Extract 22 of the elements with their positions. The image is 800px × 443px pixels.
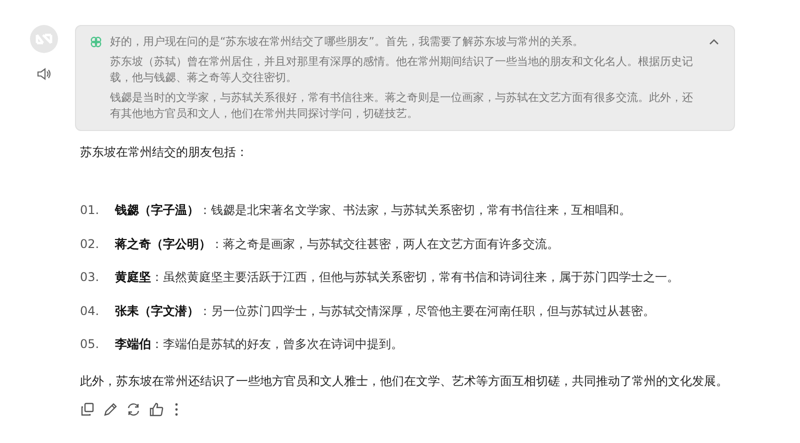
thinking-text: 钱勰是当时的文学家，与苏轼关系很好，常有书信往来。蒋之奇则是一位画家，与苏轼在文艺方面有很多交流。此外，还有其他地方官员和文人，他们在常州共同探讨学问，切磋技艺。 (110, 90, 694, 122)
intro-text: 苏东坡在常州结交的朋友包括： (80, 144, 249, 161)
thinking-text: 好的，用户现在问的是“苏东坡在常州结交了哪些朋友”。首先，我需要了解苏东坡与常州的关系。 (110, 34, 584, 50)
list-number: 04. (80, 302, 100, 320)
friend-description: 张耒（字文潜）：另一位苏门四学士，与苏轼交情深厚，尽管他主要在河南任职，但与苏轼过从甚密。 (115, 302, 655, 320)
speaker-icon[interactable] (36, 67, 52, 81)
thumbs-up-icon[interactable] (149, 402, 164, 417)
regenerate-icon[interactable] (126, 402, 141, 417)
thinking-text: 苏东坡（苏轼）曾在常州居住，并且对那里有深厚的感情。他在常州期间结识了一些当地的朋友和文化名人。根据历史记载，他与钱勰、蒋之奇等人交往密切。 (110, 54, 694, 86)
assistant-avatar (30, 25, 58, 53)
copy-icon[interactable] (80, 402, 95, 417)
friend-description: 钱勰（字子温）：钱勰是北宋著名文学家、书法家，与苏轼关系密切，常有书信往来，互相唱和。 (115, 202, 631, 219)
edit-icon[interactable] (103, 402, 118, 417)
list-number: 03. (80, 269, 100, 286)
friend-description: 黄庭坚：虽然黄庭坚主要活跃于江西，但他与苏轼关系密切，常有书信和诗词往来，属于苏门四学士之一。 (115, 269, 679, 286)
list-number: 02. (80, 236, 100, 252)
conclusion-text: 此外，苏东坡在常州还结识了一些地方官员和文人雅士，他们在文学、艺术等方面互相切磋，共同推动了常州的文化发展。 (80, 373, 729, 390)
friend-description: 蒋之奇（字公明）：蒋之奇是画家，与苏轼交往甚密，两人在文艺方面有许多交流。 (115, 236, 559, 252)
list-number: 05. (80, 336, 100, 353)
list-number: 01. (80, 202, 100, 219)
brain-icon (90, 36, 102, 48)
friend-description: 李端伯：李端伯是苏轼的好友，曾多次在诗词中提到。 (115, 336, 403, 353)
